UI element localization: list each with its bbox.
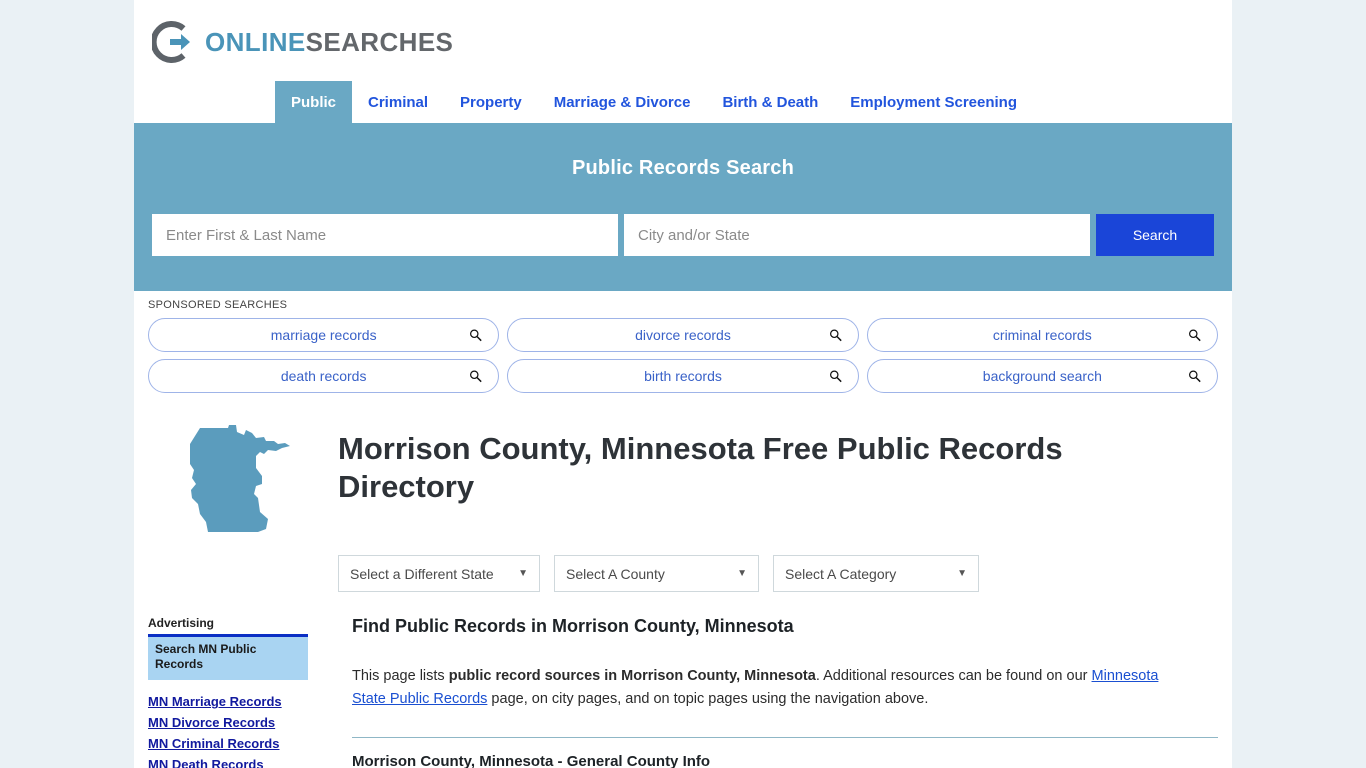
intro-bold-phrase: public record sources in Morrison County… — [448, 668, 816, 684]
search-form: Search — [152, 214, 1214, 256]
location-search-input[interactable] — [624, 214, 1090, 256]
body-columns: Advertising Search MN Public Records MN … — [134, 592, 1232, 768]
county-select[interactable]: Select A County ▼ — [554, 555, 759, 592]
logo-word-searches: SEARCHES — [305, 26, 454, 57]
sponsored-pill-birth-records[interactable]: birth records — [507, 359, 859, 393]
tab-employment-screening[interactable]: Employment Screening — [834, 81, 1033, 123]
sponsored-pill-divorce-records[interactable]: divorce records — [507, 318, 859, 352]
logo-wordmark: ONLINESEARCHES — [205, 27, 453, 58]
sponsored-searches-section: SPONSORED SEARCHES marriage records divo… — [134, 291, 1232, 406]
public-records-search-panel: Public Records Search Search — [134, 126, 1232, 291]
intro-paragraph: This page lists public record sources in… — [352, 665, 1182, 711]
sponsored-pill-background-search[interactable]: background search — [866, 359, 1218, 393]
magnifier-icon — [829, 329, 842, 342]
tab-criminal[interactable]: Criminal — [352, 81, 444, 123]
ad-link-mn-death-records[interactable]: MN Death Records — [148, 757, 308, 768]
sponsored-pill-criminal-records[interactable]: criminal records — [866, 318, 1218, 352]
tab-birth-death[interactable]: Birth & Death — [706, 81, 834, 123]
search-button[interactable]: Search — [1096, 214, 1214, 256]
circle-arrow-logo-icon — [150, 20, 196, 64]
tab-property[interactable]: Property — [444, 81, 538, 123]
ad-link-mn-divorce-records[interactable]: MN Divorce Records — [148, 715, 308, 730]
page-title: Morrison County, Minnesota Free Public R… — [338, 431, 1063, 505]
advertising-sidebar: Advertising Search MN Public Records MN … — [148, 616, 308, 768]
category-select-label: Select A Category — [785, 565, 897, 582]
chevron-down-icon: ▼ — [737, 567, 747, 579]
sponsored-searches-label: SPONSORED SEARCHES — [148, 299, 288, 311]
general-county-info-heading: Morrison County, Minnesota - General Cou… — [352, 753, 711, 768]
magnifier-icon — [829, 370, 842, 383]
category-select[interactable]: Select A Category ▼ — [773, 555, 979, 592]
sponsored-pill-label: marriage records — [270, 327, 377, 343]
intro-text-1: This page lists — [352, 668, 449, 684]
sponsored-pill-label: death records — [280, 368, 367, 384]
sponsored-pill-label: divorce records — [635, 327, 731, 343]
page-title-block: Morrison County, Minnesota Free Public R… — [134, 406, 1232, 536]
site-header: ONLINESEARCHES — [134, 0, 1232, 81]
tab-marriage-divorce[interactable]: Marriage & Divorce — [538, 81, 707, 123]
section-divider — [352, 737, 1218, 739]
ad-link-mn-criminal-records[interactable]: MN Criminal Records — [148, 736, 308, 751]
intro-text-2: . Additional resources can be found on o… — [815, 668, 1092, 684]
find-records-heading: Find Public Records in Morrison County, … — [352, 616, 794, 636]
county-select-label: Select A County — [566, 565, 665, 582]
intro-text-3: page, on city pages, and on topic pages … — [487, 691, 929, 708]
ad-search-mn-public-records[interactable]: Search MN Public Records — [148, 634, 308, 681]
sponsored-row-2: death records birth records background s… — [148, 359, 1218, 393]
ad-link-mn-marriage-records[interactable]: MN Marriage Records — [148, 694, 308, 709]
magnifier-icon — [469, 370, 483, 383]
chevron-down-icon: ▼ — [518, 567, 528, 579]
filter-select-row: Select a Different State ▼ Select A Coun… — [134, 536, 1232, 592]
state-select[interactable]: Select a Different State ▼ — [338, 555, 540, 592]
content-column: ONLINESEARCHES Public Criminal Property … — [134, 0, 1232, 768]
name-search-input[interactable] — [152, 214, 618, 256]
sponsored-pill-label: criminal records — [992, 327, 1092, 343]
tab-public[interactable]: Public — [275, 81, 353, 123]
state-select-label: Select a Different State — [350, 565, 494, 582]
chevron-down-icon: ▼ — [957, 567, 967, 579]
sponsored-pill-label: birth records — [644, 368, 722, 384]
search-panel-title: Public Records Search — [571, 157, 795, 179]
advertising-link-list: MN Marriage Records MN Divorce Records M… — [148, 694, 308, 768]
sponsored-pill-death-records[interactable]: death records — [148, 359, 500, 393]
advertising-heading: Advertising — [148, 616, 215, 630]
magnifier-icon — [1188, 329, 1201, 342]
main-content: Find Public Records in Morrison County, … — [308, 616, 1218, 768]
site-logo[interactable]: ONLINESEARCHES — [150, 20, 453, 64]
page-root: ONLINESEARCHES Public Criminal Property … — [0, 0, 1366, 768]
magnifier-icon — [469, 329, 483, 342]
logo-word-online: ONLINE — [205, 26, 306, 57]
main-navigation: Public Criminal Property Marriage & Divo… — [134, 81, 1232, 126]
sponsored-row-1: marriage records divorce records crimina… — [148, 318, 1218, 352]
sponsored-pill-marriage-records[interactable]: marriage records — [148, 318, 500, 352]
magnifier-icon — [1188, 370, 1201, 383]
minnesota-state-map-icon — [148, 420, 290, 536]
sponsored-pill-label: background search — [982, 368, 1102, 384]
